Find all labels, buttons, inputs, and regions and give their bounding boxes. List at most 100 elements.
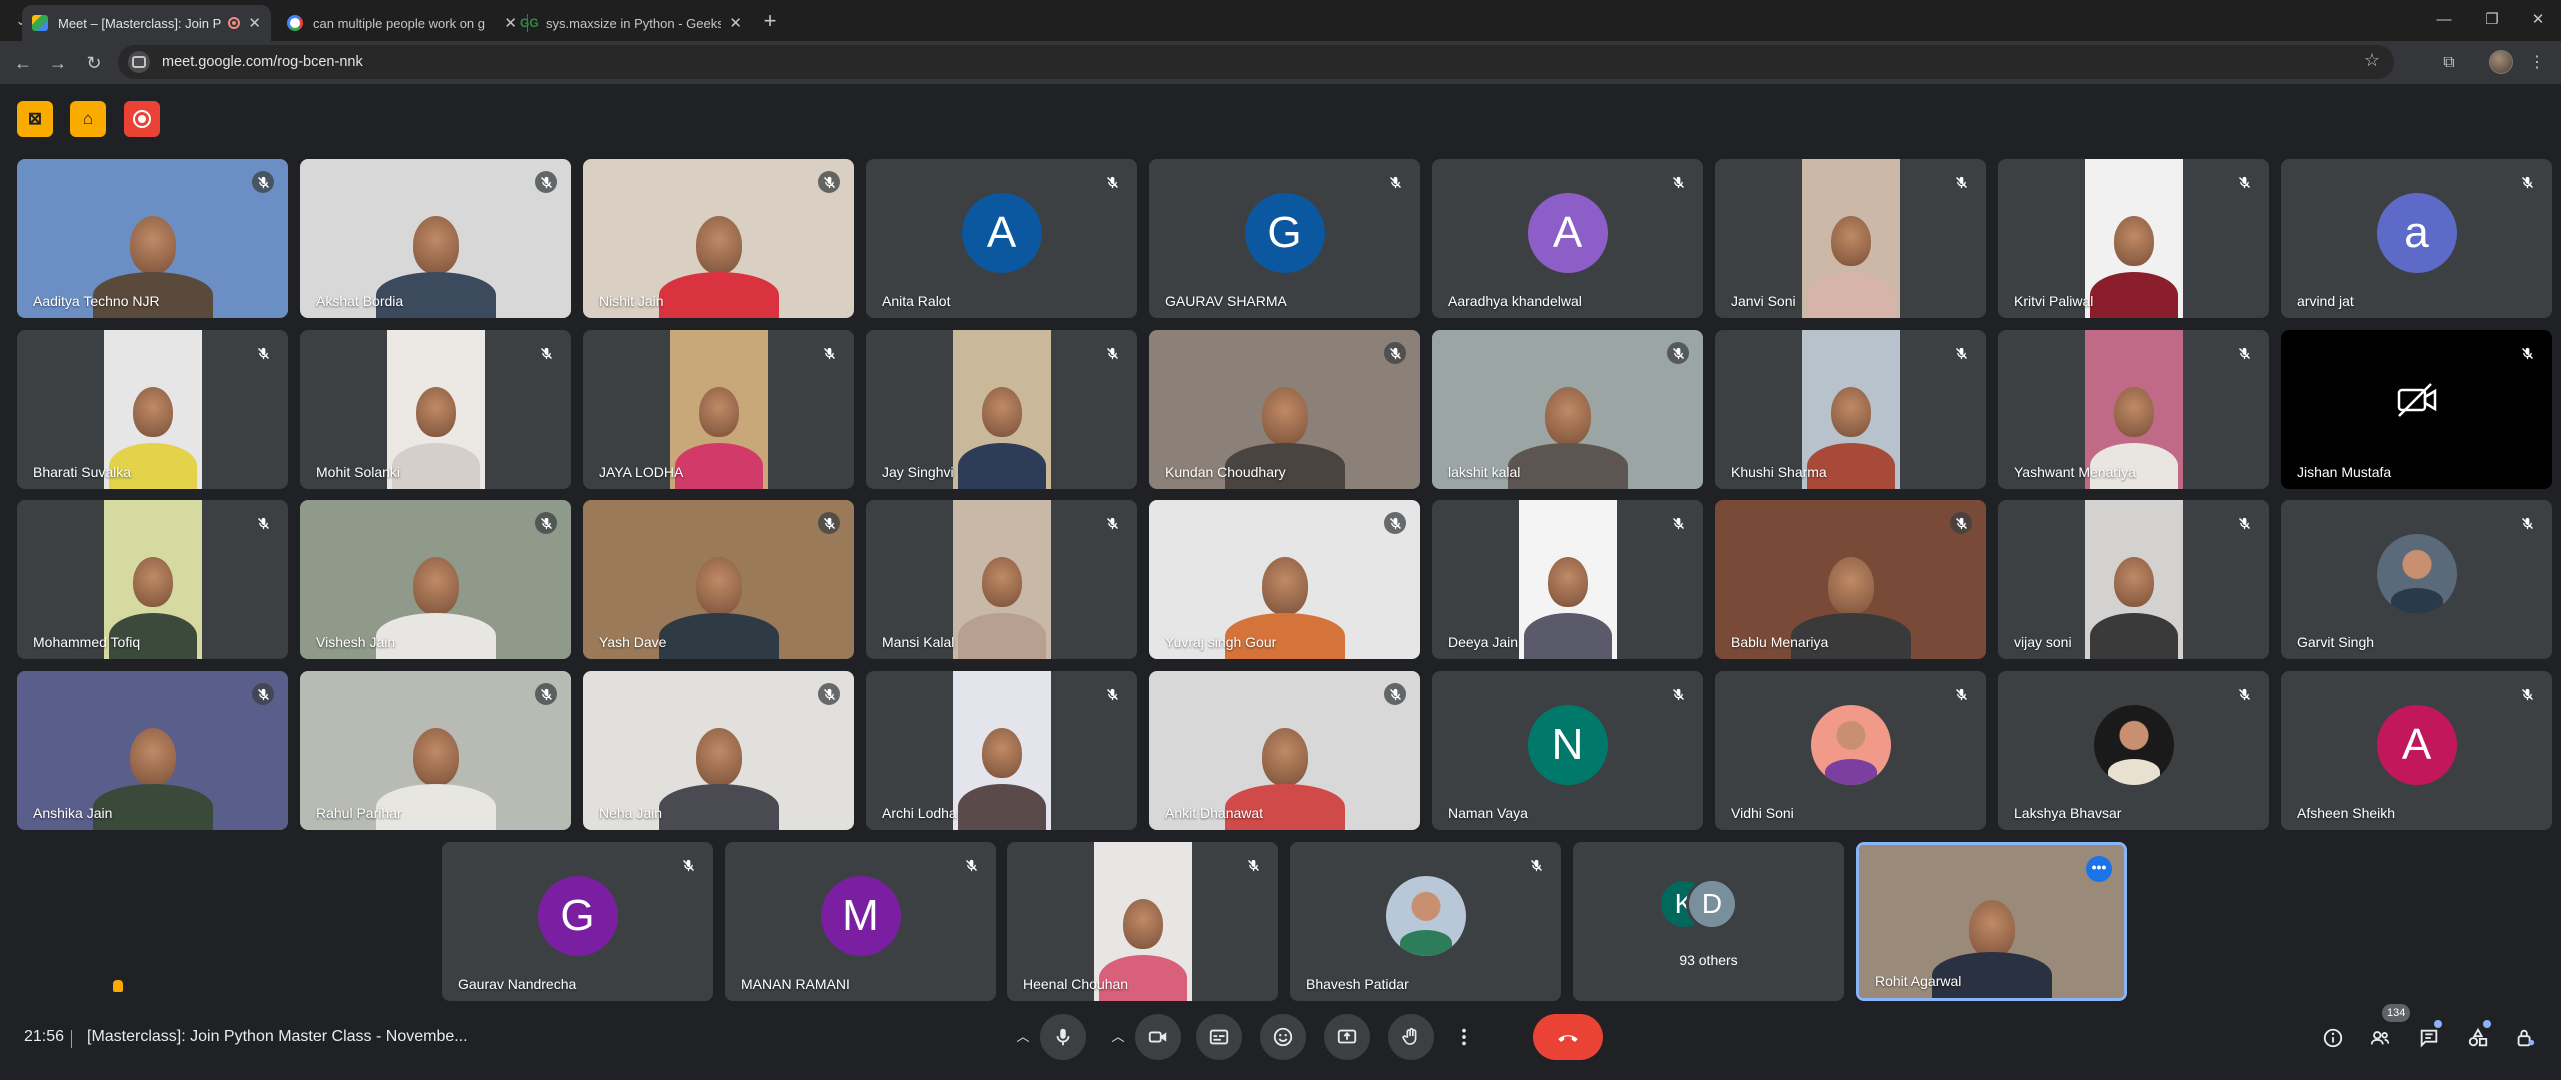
host-controls-video-off-button[interactable]: ⊠ <box>17 101 53 137</box>
participant-face <box>2113 216 2154 267</box>
participant-name: Anita Ralot <box>882 293 951 309</box>
present-screen-button[interactable] <box>1324 1014 1370 1060</box>
participant-name: Kritvi Paliwal <box>2014 293 2094 309</box>
participant-tile-vishesh-jain[interactable]: Vishesh Jain <box>300 500 571 659</box>
participant-tile-janvi-soni[interactable]: Janvi Soni <box>1715 159 1986 318</box>
participant-tile-lakshit-kalal[interactable]: lakshit kalal <box>1432 330 1703 489</box>
host-controls-button[interactable]: ⌂ <box>70 101 106 137</box>
participant-tile-kundan-choudhary[interactable]: Kundan Choudhary <box>1149 330 1420 489</box>
participant-name: vijay soni <box>2014 634 2072 650</box>
participant-tile-bharati-suvalka[interactable]: Bharati Suvalka <box>17 330 288 489</box>
others-count-label: 93 others <box>1679 952 1738 968</box>
forward-arrow-icon[interactable]: → <box>44 49 72 77</box>
chrome-menu-kebab-icon[interactable]: ⋮ <box>2524 50 2550 76</box>
participant-tile-mohammed-tofiq[interactable]: Mohammed Tofiq <box>17 500 288 659</box>
participant-tile-akshat-bordia[interactable]: Akshat Bordia <box>300 159 571 318</box>
participant-tile-bablu-menariya[interactable]: Bablu Menariya <box>1715 500 1986 659</box>
participant-tile-jishan-mustafa[interactable]: Jishan Mustafa <box>2281 330 2552 489</box>
tab-meet[interactable]: Meet – [Masterclass]: Join P ✕ <box>22 5 271 41</box>
participant-tile-mohit-solanki[interactable]: Mohit Solanki <box>300 330 571 489</box>
tile-more-options-icon[interactable]: ••• <box>2086 856 2112 882</box>
mic-muted-icon <box>1384 512 1406 534</box>
video-options-chevron-icon[interactable]: ︿ <box>1107 1023 1129 1051</box>
participant-tile-heenal-chouhan[interactable]: Heenal Chouhan <box>1007 842 1278 1001</box>
participant-name: Ankit Dhanawat <box>1165 805 1264 821</box>
mic-muted-icon <box>818 683 840 705</box>
participant-tile-aaradhya-khandelwal[interactable]: A Aaradhya khandelwal <box>1432 159 1703 318</box>
participant-tile-rohit-agarwal[interactable]: ••• Rohit Agarwal <box>1856 842 2127 1001</box>
tab-google-search[interactable]: can multiple people work on g ✕ <box>277 5 527 41</box>
new-tab-plus-icon[interactable]: + <box>756 8 784 36</box>
participant-tile-archi-lodha[interactable]: Archi Lodha <box>866 671 1137 830</box>
participant-tile-anita-ralot[interactable]: A Anita Ralot <box>866 159 1137 318</box>
address-bar[interactable]: meet.google.com/rog-bcen-nnk ☆ <box>118 45 2394 79</box>
participant-avatar: A <box>1527 193 1608 273</box>
participant-tile-arvind-jat[interactable]: a arvind jat <box>2281 159 2552 318</box>
participant-tile-gaurav-nandrecha[interactable]: G Gaurav Nandrecha <box>442 842 713 1001</box>
participant-tile-rahul-parihar[interactable]: Rahul Parihar <box>300 671 571 830</box>
participant-tile-ankit-dhanawat[interactable]: Ankit Dhanawat <box>1149 671 1420 830</box>
participant-tile-nishit-jain[interactable]: Nishit Jain <box>583 159 854 318</box>
reload-icon[interactable]: ↻ <box>80 49 108 77</box>
restore-window-icon[interactable]: ❐ <box>2469 6 2515 34</box>
mic-muted-icon <box>1384 683 1406 705</box>
participant-tile-jay-singhvi[interactable]: Jay Singhvi <box>866 330 1137 489</box>
tab-geeksforgeeks[interactable]: GG sys.maxsize in Python - GeeksfG ✕ <box>510 5 752 41</box>
geeksforgeeks-favicon-icon: GG <box>520 16 539 30</box>
minimize-window-icon[interactable]: — <box>2421 6 2467 34</box>
extensions-puzzle-icon[interactable]: ⧉ <box>2436 50 2462 76</box>
recording-button[interactable] <box>124 101 160 137</box>
participant-name: Bhavesh Patidar <box>1306 976 1409 992</box>
participant-tile-gaurav-sharma[interactable]: G GAURAV SHARMA <box>1149 159 1420 318</box>
leave-call-button[interactable] <box>1533 1014 1603 1060</box>
participant-tile-neha-jain[interactable]: Neha Jain <box>583 671 854 830</box>
host-controls-lock-button[interactable] <box>2510 1023 2540 1053</box>
reactions-button[interactable] <box>1260 1014 1306 1060</box>
participant-tile-lakshya-bhavsar[interactable]: Lakshya Bhavsar <box>1998 671 2269 830</box>
participant-tile-aaditya-techno-njr[interactable]: Aaditya Techno NJR <box>17 159 288 318</box>
participant-torso <box>957 443 1046 489</box>
more-options-button[interactable] <box>1450 1014 1478 1060</box>
close-tab-icon[interactable]: ✕ <box>729 14 742 32</box>
participant-tile-yashwant-menariya[interactable]: Yashwant Menariya <box>1998 330 2269 489</box>
audio-options-chevron-icon[interactable]: ︿ <box>1012 1023 1034 1051</box>
mic-muted-icon <box>1950 342 1972 364</box>
mic-muted-icon <box>1667 683 1689 705</box>
participant-tile-yuvraj-singh-gour[interactable]: Yuvraj singh Gour <box>1149 500 1420 659</box>
participant-name: JAYA LODHA <box>599 464 684 480</box>
microphone-button[interactable] <box>1040 1014 1086 1060</box>
site-info-icon[interactable] <box>128 51 150 73</box>
raise-hand-button[interactable] <box>1388 1014 1434 1060</box>
participant-tile-afsheen-sheikh[interactable]: A Afsheen Sheikh <box>2281 671 2552 830</box>
participant-tile-deeya-jain[interactable]: Deeya Jain <box>1432 500 1703 659</box>
participant-name: Garvit Singh <box>2297 634 2375 650</box>
participant-tile-jaya-lodha[interactable]: JAYA LODHA <box>583 330 854 489</box>
participant-tile-kritvi-paliwal[interactable]: Kritvi Paliwal <box>1998 159 2269 318</box>
participant-torso <box>658 272 779 318</box>
back-arrow-icon[interactable]: ← <box>9 49 37 77</box>
participant-tile-khushi-sharma[interactable]: Khushi Sharma <box>1715 330 1986 489</box>
participant-torso <box>1523 613 1612 659</box>
participant-tile-mansi-kalal[interactable]: Mansi Kalal <box>866 500 1137 659</box>
camera-button[interactable] <box>1135 1014 1181 1060</box>
participant-tile-bhavesh-patidar[interactable]: Bhavesh Patidar <box>1290 842 1561 1001</box>
participant-tile-anshika-jain[interactable]: Anshika Jain <box>17 671 288 830</box>
profile-avatar[interactable] <box>2489 50 2513 74</box>
participant-tile-naman-vaya[interactable]: N Naman Vaya <box>1432 671 1703 830</box>
participant-tile-93-others[interactable]: K D 93 others <box>1573 842 1844 1001</box>
close-tab-icon[interactable]: ✕ <box>248 14 261 32</box>
participant-tile-manan-ramani[interactable]: M MANAN RAMANI <box>725 842 996 1001</box>
meeting-details-button[interactable] <box>2318 1023 2348 1053</box>
address-url[interactable]: meet.google.com/rog-bcen-nnk <box>162 54 363 70</box>
participant-tile-vijay-soni[interactable]: vijay soni <box>1998 500 2269 659</box>
participant-face <box>981 387 1022 438</box>
participant-name: Yuvraj singh Gour <box>1165 634 1277 650</box>
mic-muted-icon <box>1667 171 1689 193</box>
participant-tile-garvit-singh[interactable]: Garvit Singh <box>2281 500 2552 659</box>
participant-tile-yash-dave[interactable]: Yash Dave <box>583 500 854 659</box>
participant-tile-vidhi-soni[interactable]: Vidhi Soni <box>1715 671 1986 830</box>
captions-button[interactable] <box>1196 1014 1242 1060</box>
people-button[interactable] <box>2365 1023 2395 1053</box>
bookmark-star-icon[interactable]: ☆ <box>2364 50 2380 71</box>
close-window-icon[interactable]: ✕ <box>2515 6 2561 34</box>
